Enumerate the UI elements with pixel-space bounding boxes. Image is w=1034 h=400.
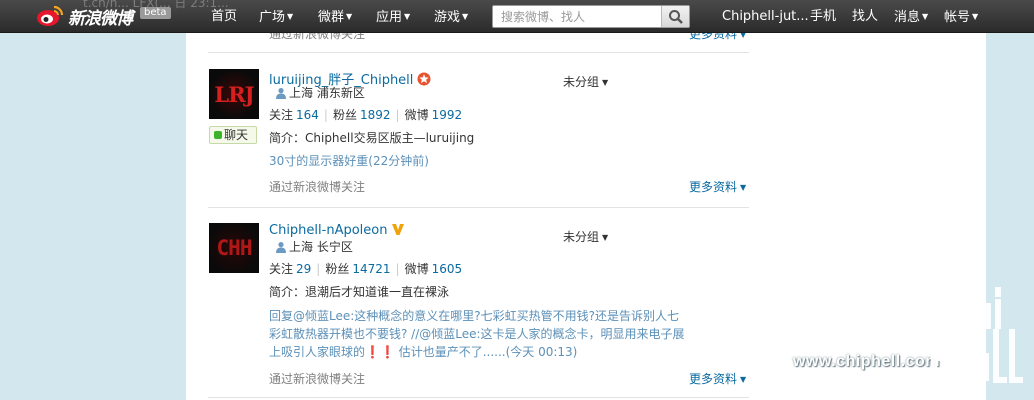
stats-divider: | [395, 262, 400, 276]
user-location: 上海 长宁区 [275, 238, 353, 255]
red-star-icon [417, 72, 431, 86]
nav-messages-label: 消息 [894, 10, 921, 25]
followers-count[interactable]: 14721 [352, 262, 390, 276]
search-icon [669, 10, 683, 24]
chevron-down-icon: ▼ [740, 183, 747, 192]
nav-user-label: Chiphell-jut... [722, 9, 809, 24]
person-icon [276, 242, 286, 253]
search-input[interactable] [493, 6, 661, 27]
person-icon [276, 88, 286, 99]
more-info-label: 更多资料 [689, 372, 738, 386]
more-info-label: 更多资料 [689, 180, 738, 194]
nav-apps-label: 应用 [376, 10, 403, 25]
chevron-down-icon: ▼ [602, 78, 609, 87]
nav-square[interactable]: 广场 ▼ [259, 0, 293, 33]
avatar[interactable]: CHH [209, 223, 259, 273]
latest-status-link[interactable]: 回复@倾蓝Lee:这种概念的意义在哪里?七彩虹买热管不用钱?还是告诉别人七彩虹散… [269, 307, 689, 361]
avatar[interactable]: LRJ [209, 69, 259, 119]
group-label: 未分组 [563, 230, 600, 244]
nav-home-label: 首页 [211, 9, 238, 24]
online-status-icon [214, 131, 222, 139]
nav-games[interactable]: 游戏 ▼ [434, 0, 468, 33]
user-location: 上海 浦东新区 [275, 84, 365, 101]
follow-source: 通过新浪微博关注 [269, 180, 366, 194]
location-text: 上海 浦东新区 [289, 86, 365, 100]
stats-divider: | [316, 262, 321, 276]
user-name-link[interactable]: Chiphell-nApoleon [269, 223, 405, 238]
chevron-down-icon: ▼ [972, 12, 979, 21]
chat-label: 聊天 [224, 128, 249, 142]
group-dropdown[interactable]: 未分组 ▼ [563, 228, 608, 245]
chevron-down-icon: ▼ [602, 233, 609, 242]
nav-find-people[interactable]: 找人 [852, 0, 878, 33]
nav-group[interactable]: 微群 ▼ [318, 0, 352, 33]
nav-account[interactable]: 帐号 ▼ [944, 0, 978, 33]
watermark-url: www.chiphell.com [793, 353, 940, 370]
nav-apps[interactable]: 应用 ▼ [376, 0, 410, 33]
nav-group-label: 微群 [318, 10, 345, 25]
chevron-down-icon: ▼ [404, 12, 411, 21]
user-intro: 简介：Chiphell交易区版主—luruijing [269, 131, 475, 145]
nav-square-label: 广场 [259, 10, 286, 25]
more-info-link[interactable]: 更多资料 ▼ [689, 370, 746, 387]
weibo-label: 微博 [404, 262, 429, 276]
search-box [492, 5, 690, 28]
chevron-down-icon: ▼ [346, 12, 353, 21]
chiphell-watermark-logo-icon [929, 281, 1023, 383]
following-label: 关注 [269, 108, 294, 122]
nav-find-people-label: 找人 [852, 9, 879, 24]
following-count[interactable]: 164 [296, 108, 319, 122]
list-item: CHH Chiphell-nApoleon 上海 长宁区 关注 29 | 粉丝 1472… [208, 208, 749, 398]
following-count[interactable]: 29 [296, 262, 311, 276]
follow-list-panel: 通过新浪微博关注 更多资料 ▼ LRJ 聊天 luruijing_胖子_Chiph… [186, 27, 986, 400]
nav-games-label: 游戏 [434, 10, 461, 25]
followers-label: 粉丝 [332, 108, 357, 122]
chevron-down-icon: ▼ [922, 12, 929, 21]
nav-messages[interactable]: 消息 ▼ [894, 0, 928, 33]
user-name: Chiphell-nApoleon [269, 223, 388, 238]
weibo-count[interactable]: 1605 [432, 262, 463, 276]
overlapping-timestamp-text: t.cn/h... LFX(... 日 23:1... [83, 0, 229, 10]
user-stats: 关注 29 | 粉丝 14721 | 微博 1605 [269, 260, 462, 277]
weibo-count[interactable]: 1992 [432, 108, 463, 122]
user-intro: 简介：退潮后才知道谁一直在裸泳 [269, 285, 450, 299]
search-button[interactable] [661, 6, 689, 27]
user-stats: 关注 164 | 粉丝 1892 | 微博 1992 [269, 106, 462, 123]
weibo-eye-icon [37, 5, 64, 26]
nav-current-user[interactable]: Chiphell-jut... [722, 0, 809, 33]
list-item: 通过新浪微博关注 更多资料 ▼ [208, 27, 749, 53]
stats-divider: | [395, 108, 400, 122]
stats-divider: | [323, 108, 328, 122]
followers-count[interactable]: 1892 [360, 108, 391, 122]
following-label: 关注 [269, 262, 294, 276]
latest-status-link[interactable]: 30寸的显示器好重(22分钟前) [269, 152, 689, 170]
group-label: 未分组 [563, 75, 600, 89]
nav-mobile[interactable]: 手机 [810, 0, 836, 33]
list-item: LRJ 聊天 luruijing_胖子_Chiphell 上海 浦东新区 关注 1… [208, 53, 749, 208]
group-dropdown[interactable]: 未分组 ▼ [563, 73, 608, 90]
location-text: 上海 长宁区 [289, 240, 353, 254]
more-info-link[interactable]: 更多资料 ▼ [689, 178, 746, 195]
chevron-down-icon: ▼ [462, 12, 469, 21]
chevron-down-icon: ▼ [740, 375, 747, 384]
follow-source: 通过新浪微博关注 [269, 372, 366, 386]
nav-mobile-label: 手机 [810, 9, 837, 24]
verified-v-icon [392, 224, 405, 235]
followers-label: 粉丝 [325, 262, 350, 276]
weibo-label: 微博 [404, 108, 429, 122]
chevron-down-icon: ▼ [287, 12, 294, 21]
nav-account-label: 帐号 [944, 10, 971, 25]
chat-button[interactable]: 聊天 [209, 126, 257, 144]
